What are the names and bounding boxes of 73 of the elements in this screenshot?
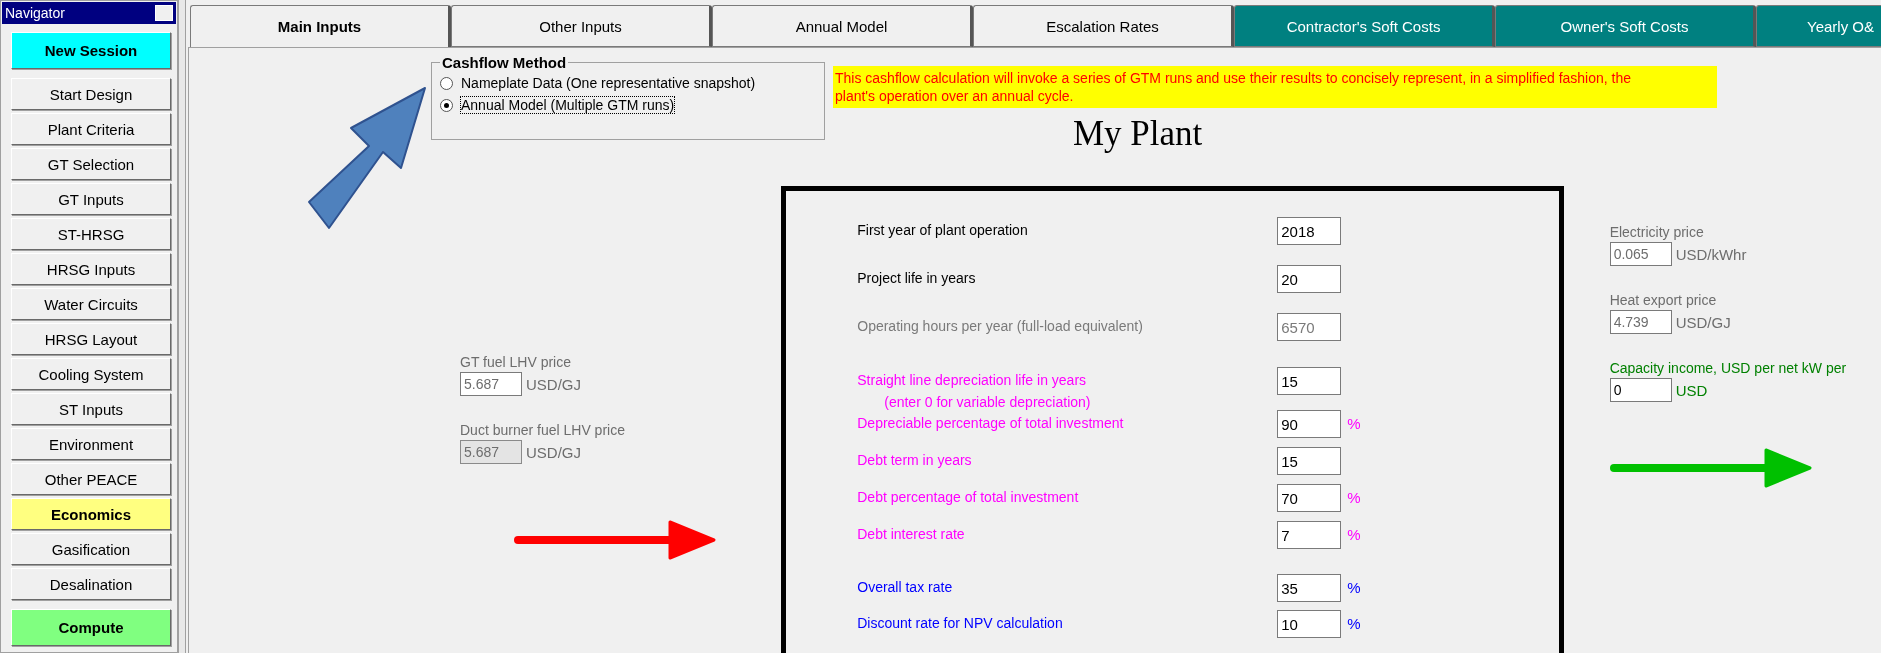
parameter-label: Debt term in years [857, 451, 973, 468]
parameter-field[interactable]: 15 [1277, 447, 1342, 475]
price-field[interactable]: 4.739 [1609, 310, 1672, 334]
nav-button[interactable]: Compute [11, 609, 171, 646]
unit-label: USD [1675, 381, 1708, 399]
parameter-field[interactable]: 20 [1277, 265, 1342, 293]
radio-option[interactable]: Annual Model (Multiple GTM runs) [440, 97, 816, 113]
nav-button[interactable]: Water Circuits [11, 288, 171, 320]
parameter-label: Depreciable percentage of total investment [857, 414, 1125, 431]
nav-button[interactable]: Economics [11, 498, 171, 530]
nav-button[interactable]: New Session [11, 32, 171, 69]
window-box-icon[interactable] [155, 5, 173, 21]
parameter-label: Overall tax rate [857, 578, 954, 595]
parameter-label: First year of plant operation [857, 221, 1029, 238]
tab[interactable]: Main Inputs [190, 5, 451, 47]
parameter-label: Debt percentage of total investment [857, 488, 1080, 505]
unit-label: % [1347, 525, 1362, 543]
parameter-field[interactable]: 15 [1277, 367, 1342, 395]
nav-button[interactable]: Environment [11, 428, 171, 460]
nav-button[interactable]: GT Inputs [11, 183, 171, 215]
parameter-field[interactable]: 7 [1277, 521, 1342, 549]
unit-label: % [1347, 414, 1362, 432]
nav-button[interactable]: GT Selection [11, 148, 171, 180]
group-title: Cashflow Method [441, 54, 568, 71]
parameter-label: Debt interest rate [857, 525, 966, 542]
parameter-field[interactable]: 10 [1277, 610, 1342, 638]
price-field[interactable]: 0.065 [1609, 242, 1672, 266]
tab[interactable]: Other Inputs [451, 5, 712, 47]
parameter-note: (enter 0 for variable depreciation) [883, 393, 1092, 410]
unit-label: USD/kWhr [1675, 245, 1747, 263]
parameter-field[interactable]: 90 [1277, 410, 1342, 438]
price-field[interactable]: 0 [1609, 378, 1672, 402]
splitter-bar[interactable] [178, 0, 186, 653]
parameter-field[interactable]: 70 [1277, 484, 1342, 512]
price-label: Capacity income, USD per net kW per [1609, 360, 1848, 376]
nav-button[interactable]: HRSG Layout [11, 323, 171, 355]
parameter-field[interactable]: 35 [1277, 574, 1342, 602]
tab[interactable]: Yearly O& [1756, 5, 1881, 47]
nav-button[interactable]: Gasification [11, 533, 171, 565]
parameter-field[interactable]: 2018 [1277, 217, 1342, 245]
unit-label: USD/GJ [526, 443, 581, 461]
notice-text: This cashflow calculation will invoke a series of GTM runs and use their results to concisely represent, in a simplified fashion, the plant's operation over an annual cycle. [833, 66, 1717, 108]
nav-button[interactable]: ST Inputs [11, 393, 171, 425]
nav-button[interactable]: Cooling System [11, 358, 171, 390]
tab[interactable]: Escalation Rates [973, 5, 1234, 47]
price-label: Heat export price [1609, 292, 1718, 308]
unit-label: USD/GJ [526, 375, 581, 393]
price-label: Duct burner fuel LHV price [460, 422, 626, 438]
nav-button[interactable]: Start Design [11, 78, 171, 110]
nav-button[interactable]: ST-HRSG [11, 218, 171, 250]
price-field[interactable]: 5.687 [460, 372, 522, 396]
nav-button[interactable]: Plant Criteria [11, 113, 171, 145]
radio-option[interactable]: Nameplate Data (One representative snapshot) [440, 75, 816, 91]
nav-button[interactable]: Other PEACE [11, 463, 171, 495]
unit-label: USD/GJ [1675, 313, 1731, 331]
price-label: Electricity price [1609, 224, 1705, 240]
parameter-label: Discount rate for NPV calculation [857, 614, 1064, 631]
arrow-icon [514, 520, 716, 560]
navigator-title: Navigator [2, 2, 176, 24]
tab[interactable]: Annual Model [712, 5, 973, 47]
parameter-label: Project life in years [857, 269, 977, 286]
unit-label: % [1347, 488, 1362, 506]
parameter-label: Straight line depreciation life in years [857, 371, 1088, 388]
tab[interactable]: Owner's Soft Costs [1495, 5, 1756, 47]
plant-title: My Plant [1073, 114, 1204, 154]
unit-label: % [1347, 614, 1362, 632]
parameter-label: Operating hours per year (full-load equivalent) [857, 317, 1144, 334]
price-label: GT fuel LHV price [460, 354, 572, 370]
nav-button[interactable]: HRSG Inputs [11, 253, 171, 285]
tab[interactable]: Contractor's Soft Costs [1234, 5, 1495, 47]
nav-button[interactable]: Desalination [11, 568, 171, 600]
unit-label: % [1347, 578, 1362, 596]
arrow-icon [1609, 448, 1812, 488]
